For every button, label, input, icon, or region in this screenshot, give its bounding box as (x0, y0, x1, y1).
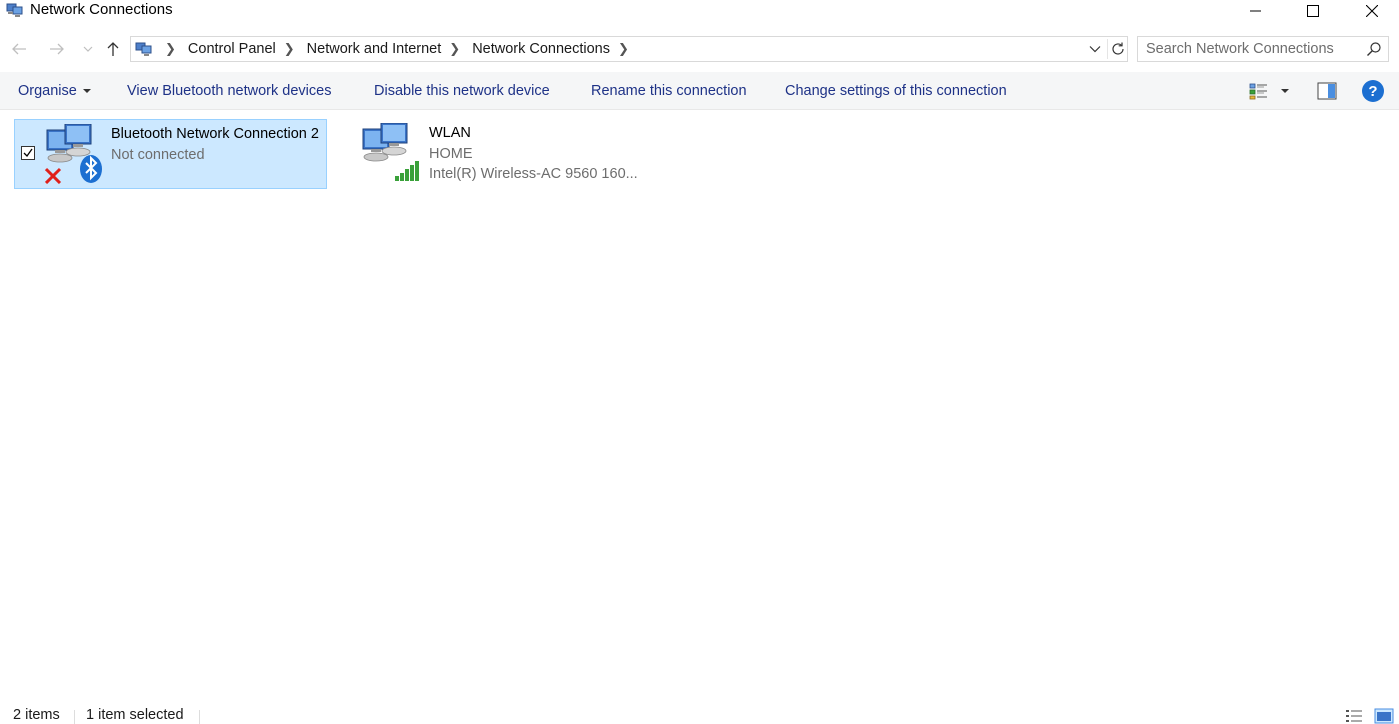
back-button[interactable] (8, 38, 30, 60)
connection-name: Bluetooth Network Connection 2 (111, 126, 319, 142)
close-button[interactable] (1349, 0, 1395, 22)
breadcrumb-network-connections[interactable]: Network Connections (470, 41, 612, 57)
breadcrumb-separator[interactable]: ❯ (618, 41, 629, 57)
arrow-up-icon (107, 42, 119, 56)
item-checkbox[interactable] (21, 146, 35, 160)
navigation-bar: ❯ Control Panel ❯ Network and Internet ❯… (0, 30, 1399, 68)
breadcrumb-network-and-internet[interactable]: Network and Internet (305, 41, 444, 57)
breadcrumb-separator[interactable]: ❯ (284, 41, 295, 57)
bluetooth-badge-icon (80, 155, 102, 183)
rename-connection-button[interactable]: Rename this connection (591, 72, 747, 110)
selection-count: 1 item selected (86, 707, 184, 723)
status-bar: 2 items 1 item selected (0, 704, 1399, 724)
up-button[interactable] (102, 38, 124, 60)
refresh-button[interactable] (1107, 39, 1127, 59)
chevron-down-icon (83, 46, 93, 52)
view-options-dropdown[interactable] (1281, 89, 1289, 93)
connection-status: Not connected (111, 146, 205, 163)
connection-name: WLAN (429, 125, 471, 141)
refresh-icon (1111, 42, 1124, 55)
checkmark-icon (23, 148, 33, 158)
search-input[interactable] (1146, 40, 1356, 58)
network-connections-icon (6, 3, 23, 17)
organise-menu[interactable]: Organise (18, 72, 91, 110)
control-panel-icon (135, 42, 152, 56)
connection-item-wlan[interactable]: WLAN HOME Intel(R) Wireless-AC 9560 160.… (358, 119, 658, 189)
connection-details: WLAN HOME Intel(R) Wireless-AC 9560 160.… (429, 123, 659, 185)
details-view-icon[interactable] (1345, 708, 1363, 724)
organise-label: Organise (18, 83, 77, 99)
breadcrumb-separator[interactable]: ❯ (165, 41, 176, 57)
breadcrumb-separator[interactable]: ❯ (449, 41, 460, 57)
title-bar: Network Connections (0, 0, 1399, 22)
maximize-icon (1307, 5, 1319, 17)
status-divider (199, 710, 200, 724)
connection-item-bluetooth[interactable]: Bluetooth Network Connection 2 Not conne… (14, 119, 327, 189)
search-box[interactable] (1137, 36, 1389, 62)
bluetooth-network-icon (45, 124, 102, 184)
help-button[interactable]: ? (1362, 80, 1384, 102)
command-bar: Organise View Bluetooth network devices … (0, 72, 1399, 110)
disconnected-x-icon (45, 167, 62, 184)
view-bluetooth-devices-button[interactable]: View Bluetooth network devices (127, 72, 331, 110)
change-view-icon[interactable] (1249, 81, 1269, 101)
arrow-left-icon (12, 43, 26, 55)
window-title: Network Connections (30, 1, 173, 18)
minimize-icon (1250, 10, 1261, 12)
address-bar[interactable]: ❯ Control Panel ❯ Network and Internet ❯… (130, 36, 1128, 62)
disable-device-button[interactable]: Disable this network device (374, 72, 550, 110)
breadcrumb: ❯ Control Panel ❯ Network and Internet ❯… (159, 37, 639, 61)
breadcrumb-control-panel[interactable]: Control Panel (186, 41, 278, 57)
search-icon[interactable] (1366, 41, 1382, 57)
forward-button[interactable] (46, 38, 68, 60)
status-divider (74, 710, 75, 724)
large-icons-view-icon[interactable] (1374, 708, 1394, 724)
close-icon (1366, 5, 1378, 17)
connection-details: Bluetooth Network Connection 2 Not conne… (111, 124, 323, 165)
connection-device: Intel(R) Wireless-AC 9560 160... (429, 166, 638, 182)
connections-list: Bluetooth Network Connection 2 Not conne… (0, 111, 1399, 701)
item-count: 2 items (13, 707, 60, 723)
chevron-down-icon (1089, 46, 1101, 53)
maximize-button[interactable] (1290, 0, 1336, 22)
signal-bars-icon (395, 161, 419, 181)
connection-network: HOME (429, 145, 473, 162)
recent-locations-button[interactable] (79, 38, 97, 60)
change-settings-button[interactable]: Change settings of this connection (785, 72, 1007, 110)
arrow-right-icon (50, 43, 64, 55)
preview-pane-icon[interactable] (1317, 82, 1337, 100)
wireless-network-icon (362, 123, 419, 181)
caret-down-icon (82, 89, 91, 93)
address-dropdown-button[interactable] (1087, 41, 1103, 57)
minimize-button[interactable] (1233, 0, 1279, 22)
